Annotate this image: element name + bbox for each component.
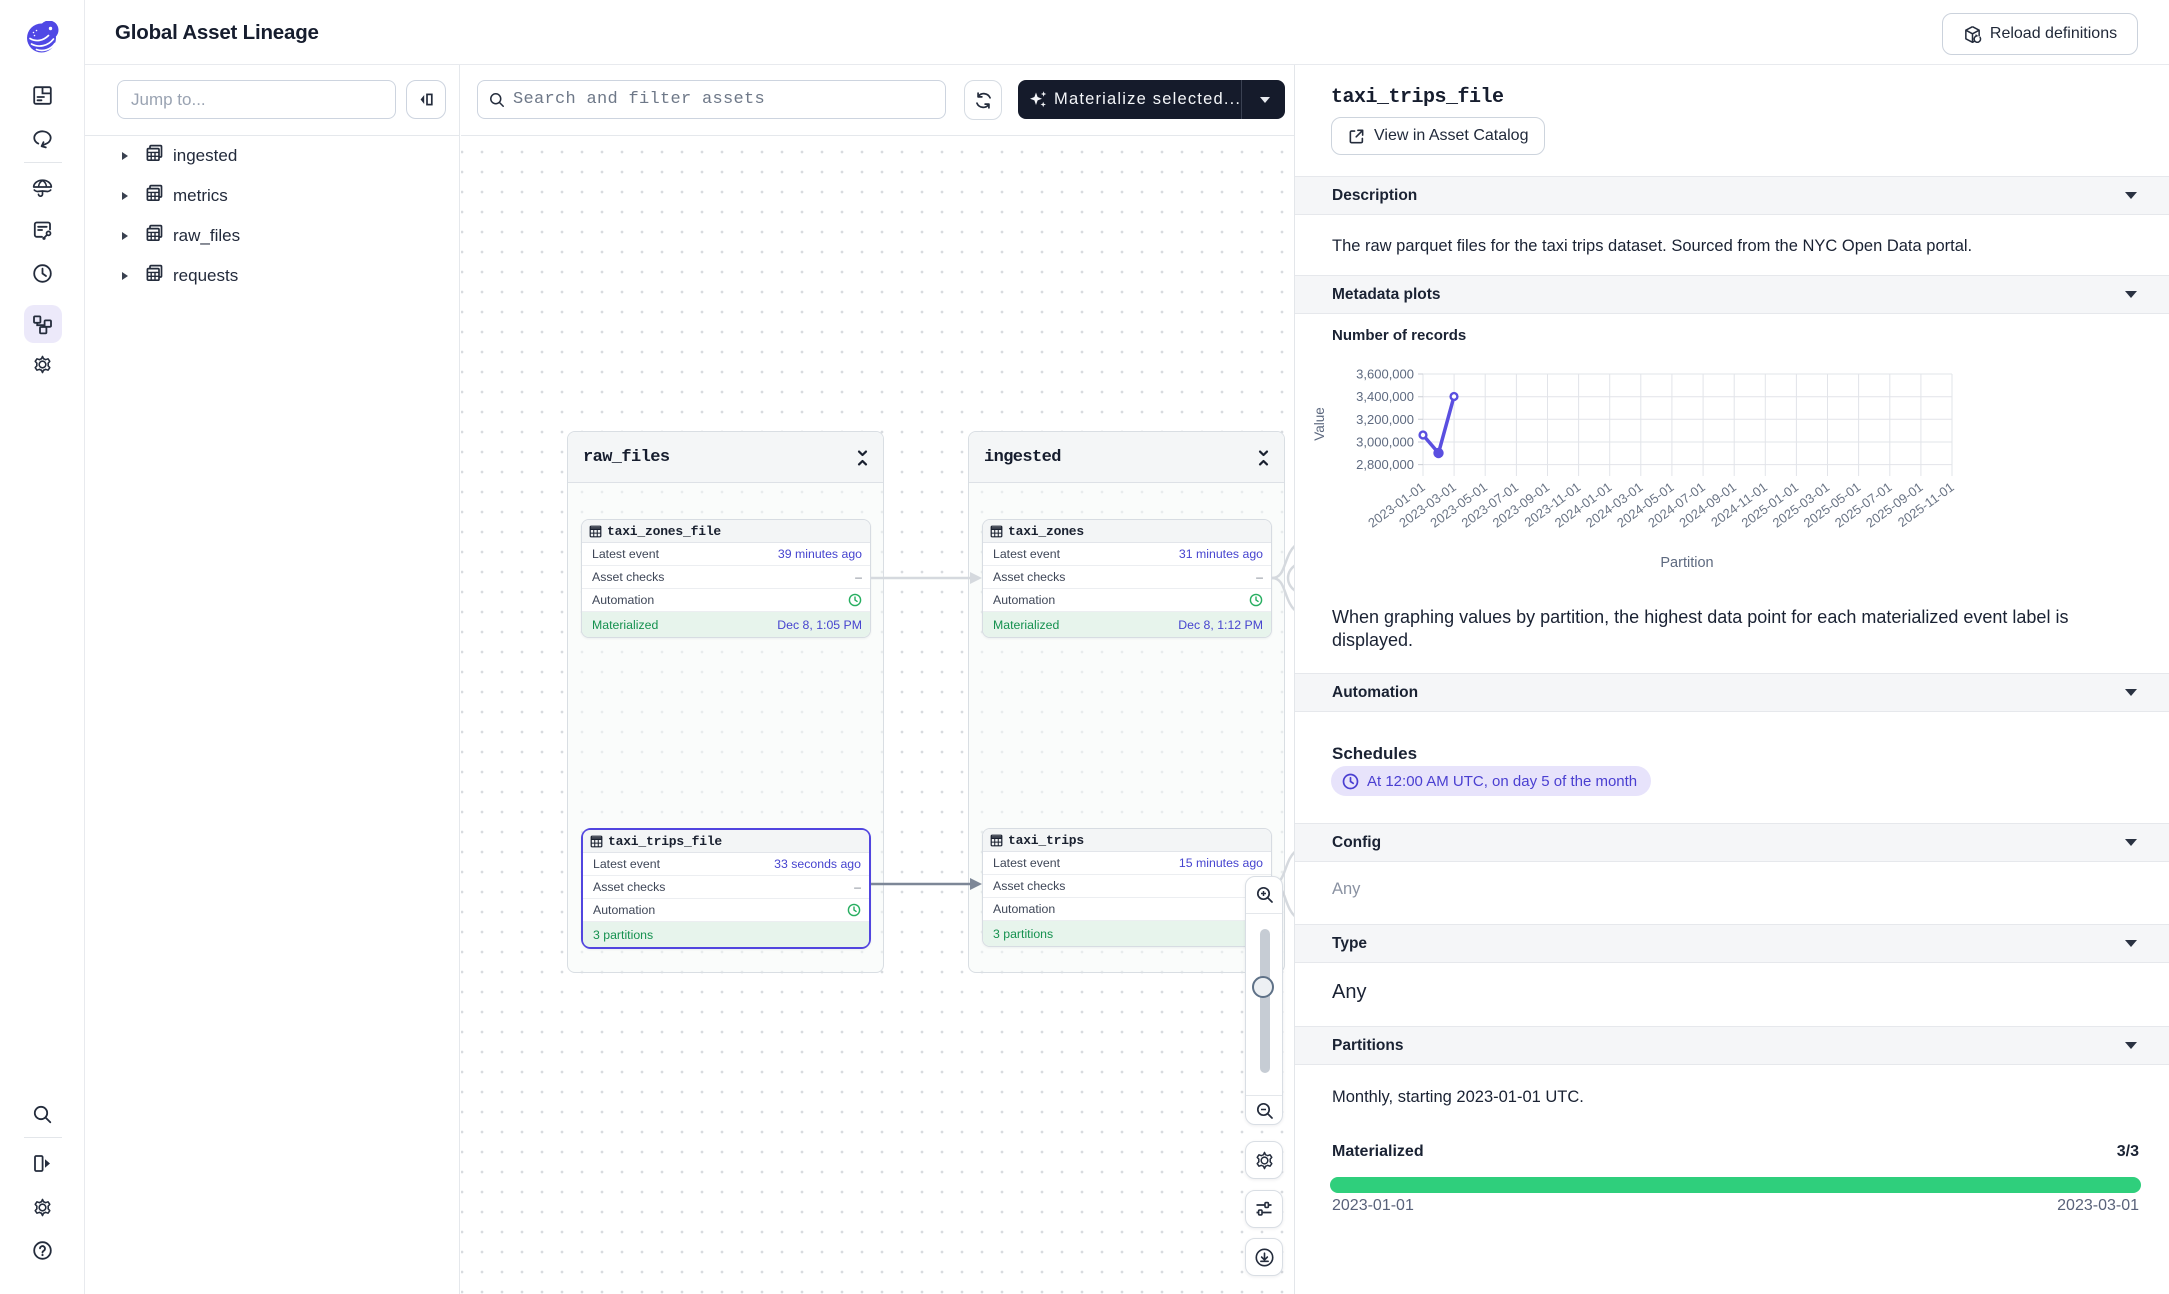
svg-text:3,000,000: 3,000,000 — [1356, 435, 1414, 450]
svg-text:3,200,000: 3,200,000 — [1356, 412, 1414, 427]
svg-text:Partition: Partition — [1660, 555, 1713, 571]
svg-text:2,800,000: 2,800,000 — [1356, 457, 1414, 472]
svg-text:3,400,000: 3,400,000 — [1356, 389, 1414, 404]
svg-text:3,600,000: 3,600,000 — [1356, 367, 1414, 382]
svg-text:Value: Value — [1312, 407, 1327, 441]
